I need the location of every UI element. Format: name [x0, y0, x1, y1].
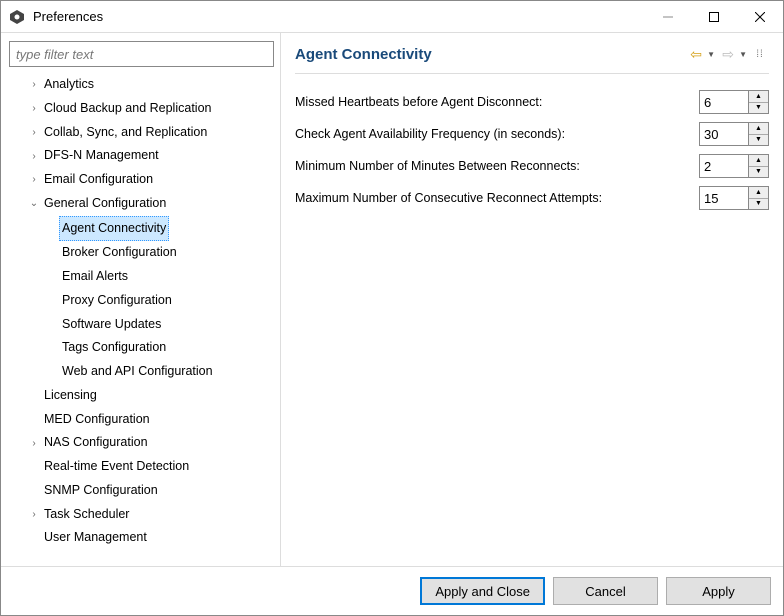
tree-item-licensing[interactable]: Licensing — [9, 384, 276, 408]
check-freq-label: Check Agent Availability Frequency (in s… — [295, 127, 691, 141]
back-dropdown-icon[interactable]: ▼ — [707, 50, 715, 59]
missed-heartbeats-input[interactable] — [700, 91, 748, 113]
tree-item-tags-config[interactable]: Tags Configuration — [9, 336, 276, 360]
tree-item-task-scheduler[interactable]: ›Task Scheduler — [9, 503, 276, 527]
app-icon — [9, 9, 25, 25]
tree-item-software-updates[interactable]: Software Updates — [9, 313, 276, 337]
tree-item-broker-config[interactable]: Broker Configuration — [9, 241, 276, 265]
forward-dropdown-icon[interactable]: ▼ — [739, 50, 747, 59]
titlebar: Preferences — [1, 1, 783, 33]
min-minutes-spinner[interactable]: ▲▼ — [699, 154, 769, 178]
chevron-right-icon: › — [27, 123, 41, 142]
spin-down-icon[interactable]: ▼ — [749, 103, 768, 114]
maximize-button[interactable] — [691, 1, 737, 33]
tree-item-email-config[interactable]: ›Email Configuration — [9, 168, 276, 192]
tree-item-web-api-config[interactable]: Web and API Configuration — [9, 360, 276, 384]
tree-item-cloud-backup[interactable]: ›Cloud Backup and Replication — [9, 97, 276, 121]
tree-item-general[interactable]: ⌄General Configuration — [9, 192, 276, 216]
apply-button[interactable]: Apply — [666, 577, 771, 605]
section-header: Agent Connectivity ⇦ ▼ ⇨ ▼ ⁞⁞ — [295, 45, 769, 74]
tree-item-proxy-config[interactable]: Proxy Configuration — [9, 289, 276, 313]
missed-heartbeats-spinner[interactable]: ▲▼ — [699, 90, 769, 114]
spin-up-icon[interactable]: ▲ — [749, 91, 768, 103]
close-button[interactable] — [737, 1, 783, 33]
apply-and-close-button[interactable]: Apply and Close — [420, 577, 545, 605]
chevron-right-icon: › — [27, 505, 41, 524]
chevron-right-icon: › — [27, 147, 41, 166]
tree-item-email-alerts[interactable]: Email Alerts — [9, 265, 276, 289]
spin-up-icon[interactable]: ▲ — [749, 187, 768, 199]
section-title: Agent Connectivity — [295, 46, 687, 63]
chevron-right-icon: › — [27, 434, 41, 453]
chevron-right-icon: › — [27, 75, 41, 94]
button-bar: Apply and Close Cancel Apply — [1, 567, 783, 615]
check-freq-input[interactable] — [700, 123, 748, 145]
tree-item-med-config[interactable]: MED Configuration — [9, 408, 276, 432]
forward-arrow-icon[interactable]: ⇨ — [719, 45, 737, 63]
header-tools: ⇦ ▼ ⇨ ▼ ⁞⁞ — [687, 45, 769, 63]
tree-item-snmp-config[interactable]: SNMP Configuration — [9, 479, 276, 503]
tree-item-collab[interactable]: ›Collab, Sync, and Replication — [9, 121, 276, 145]
tree-item-nas-config[interactable]: ›NAS Configuration — [9, 431, 276, 455]
spin-up-icon[interactable]: ▲ — [749, 123, 768, 135]
cancel-button[interactable]: Cancel — [553, 577, 658, 605]
tree-item-analytics[interactable]: ›Analytics — [9, 73, 276, 97]
filter-input[interactable] — [9, 41, 274, 67]
chevron-down-icon: ⌄ — [27, 194, 41, 213]
tree-item-user-management[interactable]: User Management — [9, 526, 276, 550]
tree-item-dfsn[interactable]: ›DFS-N Management — [9, 144, 276, 168]
min-minutes-label: Minimum Number of Minutes Between Reconn… — [295, 159, 691, 173]
spin-down-icon[interactable]: ▼ — [749, 167, 768, 178]
back-arrow-icon[interactable]: ⇦ — [687, 45, 705, 63]
chevron-right-icon: › — [27, 99, 41, 118]
min-minutes-input[interactable] — [700, 155, 748, 177]
nav-tree: ›Analytics ›Cloud Backup and Replication… — [9, 73, 276, 558]
content-area: ›Analytics ›Cloud Backup and Replication… — [1, 33, 783, 567]
check-freq-spinner[interactable]: ▲▼ — [699, 122, 769, 146]
right-pane: Agent Connectivity ⇦ ▼ ⇨ ▼ ⁞⁞ Missed Hea… — [281, 33, 783, 566]
spin-up-icon[interactable]: ▲ — [749, 155, 768, 167]
spin-down-icon[interactable]: ▼ — [749, 135, 768, 146]
menu-icon[interactable]: ⁞⁞ — [751, 45, 769, 63]
settings-form: Missed Heartbeats before Agent Disconnec… — [295, 90, 769, 210]
tree-item-agent-connectivity[interactable]: Agent Connectivity — [9, 216, 276, 242]
window-title: Preferences — [33, 9, 103, 24]
missed-heartbeats-label: Missed Heartbeats before Agent Disconnec… — [295, 95, 691, 109]
tree-item-realtime-event[interactable]: Real-time Event Detection — [9, 455, 276, 479]
spin-down-icon[interactable]: ▼ — [749, 199, 768, 210]
max-attempts-label: Maximum Number of Consecutive Reconnect … — [295, 191, 691, 205]
max-attempts-spinner[interactable]: ▲▼ — [699, 186, 769, 210]
max-attempts-input[interactable] — [700, 187, 748, 209]
window-controls — [645, 1, 783, 33]
left-pane: ›Analytics ›Cloud Backup and Replication… — [1, 33, 281, 566]
minimize-button[interactable] — [645, 1, 691, 33]
chevron-right-icon: › — [27, 170, 41, 189]
